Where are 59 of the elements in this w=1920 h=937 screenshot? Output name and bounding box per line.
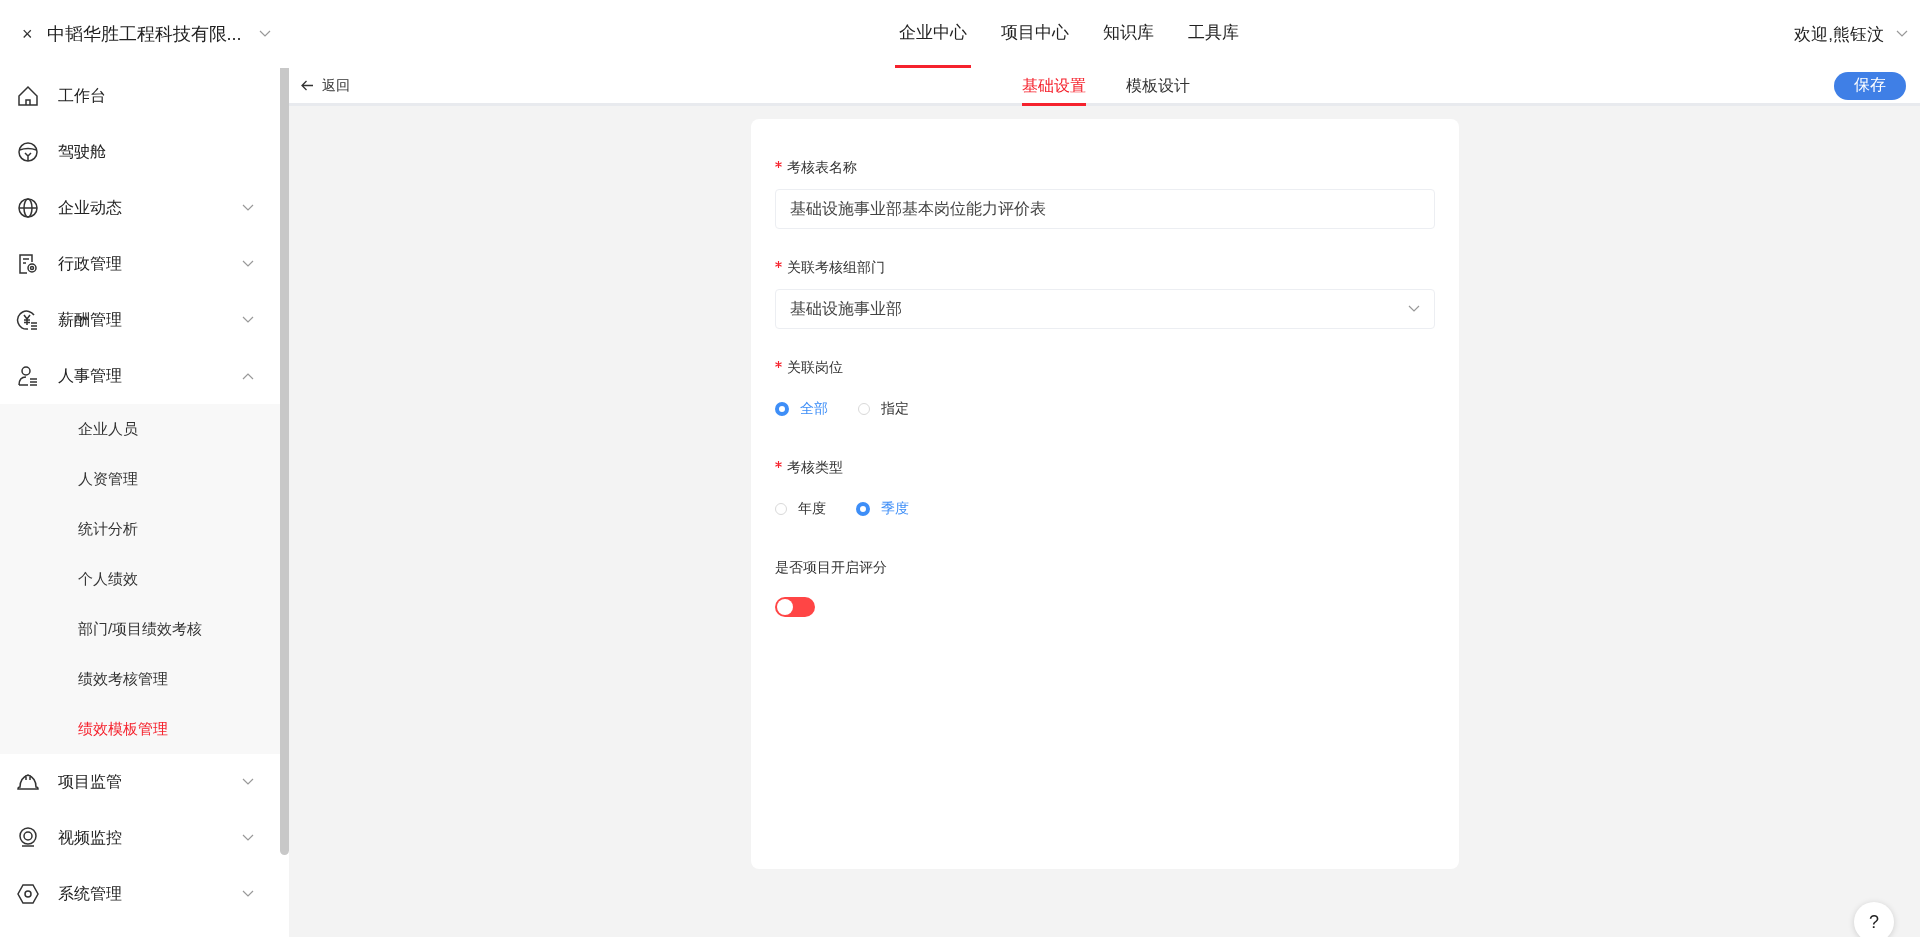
- field-label: 考核类型: [774, 459, 844, 475]
- nav-tab[interactable]: 知识库: [1099, 0, 1158, 68]
- nav-tab[interactable]: 工具库: [1184, 0, 1243, 68]
- input-field[interactable]: 基础设施事业部基本岗位能力评价表: [774, 189, 1435, 229]
- radio-option[interactable]: 年度: [774, 500, 826, 518]
- submenu-item[interactable]: 绩效考核管理: [0, 654, 280, 704]
- menu-item[interactable]: 行政管理: [0, 236, 280, 292]
- chevron-up-icon: [242, 372, 254, 380]
- field-label: 关联考核组部门: [774, 259, 886, 275]
- toggle-switch[interactable]: [774, 597, 815, 617]
- arrow-left-icon: [301, 80, 314, 91]
- field-label: 考核表名称: [774, 159, 858, 175]
- submenu-item[interactable]: 统计分析: [0, 504, 280, 554]
- hexagon-nut-icon: [16, 882, 40, 906]
- chevron-down-icon: [259, 30, 271, 38]
- select-field[interactable]: 基础设施事业部: [774, 289, 1435, 329]
- submenu-item[interactable]: 个人绩效: [0, 554, 280, 604]
- submenu-item[interactable]: 绩效模板管理: [0, 704, 280, 754]
- chevron-down-icon: [242, 204, 254, 212]
- chevron-down-icon: [1896, 30, 1908, 38]
- save-button[interactable]: 保存: [1834, 71, 1906, 100]
- chevron-down-icon: [242, 890, 254, 898]
- submenu-item[interactable]: 企业人员: [0, 404, 280, 454]
- menu-item[interactable]: 视频监控: [0, 810, 280, 866]
- back-link[interactable]: 返回: [301, 76, 350, 95]
- menu-item[interactable]: 企业动态: [0, 180, 280, 236]
- settings-tab[interactable]: 基础设置: [1022, 76, 1086, 106]
- submenu-item[interactable]: 部门/项目绩效考核: [0, 604, 280, 654]
- camera-icon: [16, 826, 40, 850]
- settings-tab[interactable]: 模板设计: [1126, 76, 1190, 106]
- radio-button[interactable]: [774, 402, 789, 416]
- person-list-icon: [16, 364, 40, 388]
- yen-coin-icon: [16, 308, 40, 332]
- menu-item[interactable]: 工作台: [0, 68, 280, 124]
- steering-wheel-icon: [16, 140, 40, 164]
- user-greeting[interactable]: 欢迎,熊钰汶: [1794, 22, 1884, 46]
- radio-button[interactable]: [855, 502, 870, 516]
- menu-item[interactable]: 驾驶舱: [0, 124, 280, 180]
- chevron-down-icon: [242, 260, 254, 268]
- company-name: 中韬华胜工程科技有限...: [46, 23, 242, 46]
- chevron-down-icon: [1407, 305, 1420, 313]
- nav-tab[interactable]: 项目中心: [997, 0, 1073, 68]
- close-button[interactable]: ×: [22, 23, 33, 45]
- menu-item[interactable]: 薪酬管理: [0, 292, 280, 348]
- chevron-down-icon: [242, 834, 254, 842]
- field-label: 是否项目开启评分: [774, 559, 887, 575]
- submenu-item[interactable]: 人资管理: [0, 454, 280, 504]
- radio-option[interactable]: 指定: [857, 400, 909, 418]
- field-label: 关联岗位: [774, 359, 844, 375]
- document-gear-icon: [16, 252, 40, 276]
- scrollbar-thumb[interactable]: [280, 68, 289, 855]
- chevron-down-icon: [242, 316, 254, 324]
- home-icon: [16, 84, 40, 108]
- menu-item[interactable]: 系统管理: [0, 866, 280, 922]
- menu-item[interactable]: 项目监管: [0, 754, 280, 810]
- menu-item[interactable]: 人事管理: [0, 348, 280, 404]
- help-button[interactable]: ?: [1854, 902, 1894, 937]
- chevron-down-icon: [242, 778, 254, 786]
- globe-icon: [16, 196, 40, 220]
